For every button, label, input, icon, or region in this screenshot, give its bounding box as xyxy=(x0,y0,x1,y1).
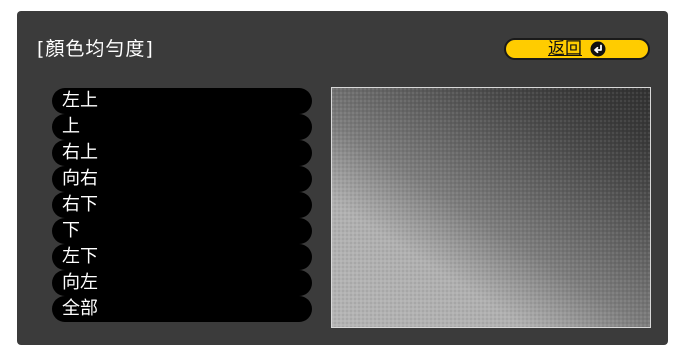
menu-item-all[interactable]: 全部 xyxy=(52,296,312,322)
menu-item-top[interactable]: 上 xyxy=(52,114,312,140)
page-title: [顏色均勻度] xyxy=(37,38,154,60)
menu-item-label: 向左 xyxy=(62,272,98,293)
menu-item-right[interactable]: 向右 xyxy=(52,166,312,192)
menu-item-label: 右下 xyxy=(62,194,98,215)
menu-item-label: 下 xyxy=(62,220,80,241)
menu-item-label: 左下 xyxy=(62,246,98,267)
enter-arrow-icon xyxy=(590,41,606,57)
menu-item-left[interactable]: 向左 xyxy=(52,270,312,296)
uniformity-preview xyxy=(331,87,651,328)
color-uniformity-screen: [顏色均勻度] 返回 左上 上 右上 向右 右下 下 左下 向左 全部 xyxy=(17,11,668,345)
region-menu: 左上 上 右上 向右 右下 下 左下 向左 全部 xyxy=(52,88,312,322)
menu-item-label: 上 xyxy=(62,116,80,137)
menu-item-label: 右上 xyxy=(62,142,98,163)
back-button-label: 返回 xyxy=(548,39,582,59)
preview-dither-overlay xyxy=(332,88,650,327)
menu-item-label: 向右 xyxy=(62,168,98,189)
menu-item-bottom-left[interactable]: 左下 xyxy=(52,244,312,270)
menu-item-label: 左上 xyxy=(62,90,98,111)
menu-item-bottom[interactable]: 下 xyxy=(52,218,312,244)
back-button[interactable]: 返回 xyxy=(504,38,650,60)
menu-item-label: 全部 xyxy=(62,298,98,319)
menu-item-top-left[interactable]: 左上 xyxy=(52,88,312,114)
menu-item-bottom-right[interactable]: 右下 xyxy=(52,192,312,218)
menu-item-top-right[interactable]: 右上 xyxy=(52,140,312,166)
